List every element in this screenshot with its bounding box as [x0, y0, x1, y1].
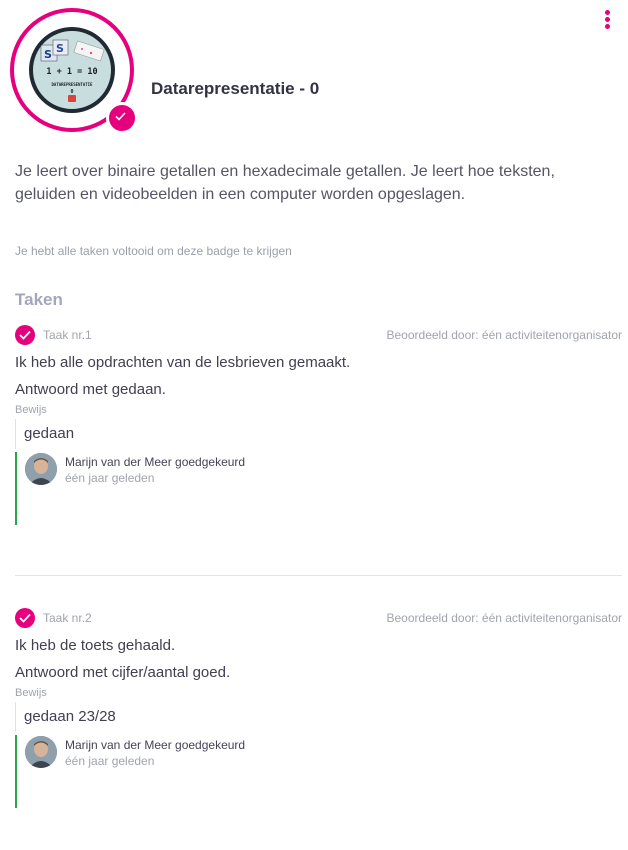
- approver-name: Marijn van der Meer goedgekeurd: [65, 738, 246, 752]
- completion-note: Je hebt alle taken voltooid om deze badg…: [15, 244, 292, 258]
- badge-title: Datarepresentatie - 0: [151, 79, 320, 98]
- approver-name: Marijn van der Meer goedgekeurd: [65, 455, 246, 469]
- svg-text:S: S: [56, 42, 64, 55]
- badge-image: S S 1 + 1 = 10 DATAREPRESENTATIE 0: [10, 8, 138, 134]
- task-instruction: Antwoord met cijfer/aantal goed.: [15, 664, 231, 681]
- task-completed-check-icon: [15, 608, 35, 628]
- task-number: Taak nr.1: [43, 328, 92, 342]
- task-instruction: Antwoord met gedaan.: [15, 381, 166, 398]
- task-item: Taak nr.1 Beoordeeld door: één activitei…: [15, 325, 622, 525]
- task-header: Taak nr.2 Beoordeeld door: één activitei…: [15, 608, 622, 630]
- task-header: Taak nr.1 Beoordeeld door: één activitei…: [15, 325, 622, 347]
- approval-time: één jaar geleden: [65, 471, 155, 485]
- avatar: [25, 736, 57, 768]
- task-item: Taak nr.2 Beoordeeld door: één activitei…: [15, 608, 622, 808]
- tasks-heading: Taken: [15, 290, 63, 309]
- task-divider: [15, 575, 622, 576]
- task-assessor: Beoordeeld door: één activiteitenorganis…: [386, 328, 623, 342]
- proof-label: Bewijs: [15, 404, 47, 416]
- proof-value: gedaan: [15, 419, 74, 449]
- approval-time: één jaar geleden: [65, 754, 155, 768]
- svg-text:S: S: [44, 48, 52, 61]
- task-number: Taak nr.2: [43, 611, 92, 625]
- avatar: [25, 453, 57, 485]
- approval-entry: Marijn van der Meer goedgekeurd één jaar…: [15, 735, 317, 808]
- task-description: Ik heb alle opdrachten van de lesbrieven…: [15, 354, 351, 371]
- task-assessor: Beoordeeld door: één activiteitenorganis…: [386, 611, 623, 625]
- badge-image-equation: 1 + 1 = 10: [46, 67, 97, 77]
- badge-disc: S S 1 + 1 = 10 DATAREPRESENTATIE 0: [29, 27, 115, 113]
- more-options-icon[interactable]: [598, 10, 616, 34]
- badge-image-level: 0: [70, 89, 73, 95]
- badge-earned-check-icon: [106, 102, 138, 134]
- approval-entry: Marijn van der Meer goedgekeurd één jaar…: [15, 452, 317, 525]
- task-completed-check-icon: [15, 325, 35, 345]
- task-description: Ik heb de toets gehaald.: [15, 637, 176, 654]
- badge-description: Je leert over binaire getallen en hexade…: [15, 163, 555, 203]
- badge-artwork-icon: S S 1 + 1 = 10 DATAREPRESENTATIE 0: [40, 39, 105, 102]
- proof-value: gedaan 23/28: [15, 702, 116, 732]
- proof-label: Bewijs: [15, 687, 47, 699]
- badge-image-caption: DATAREPRESENTATIE: [52, 82, 94, 87]
